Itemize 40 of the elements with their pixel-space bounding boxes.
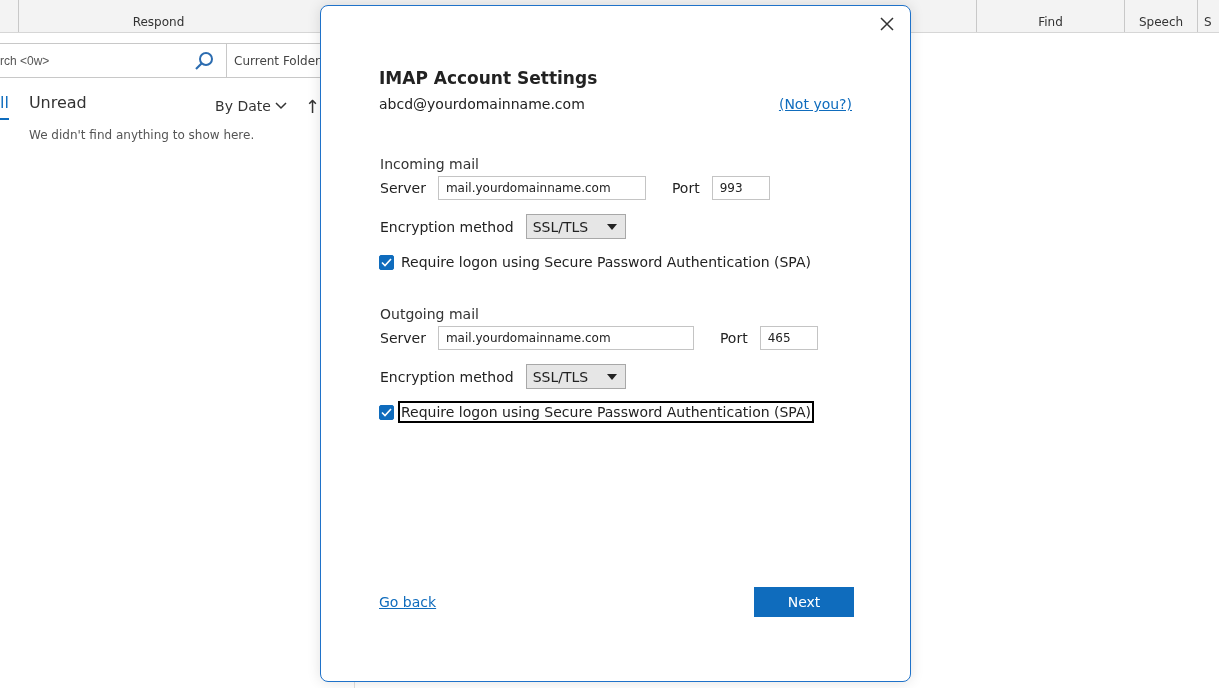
go-back-link[interactable]: Go back xyxy=(379,594,437,610)
dialog-title: IMAP Account Settings xyxy=(379,68,599,88)
server-field[interactable]: mail.yourdomainname.com xyxy=(437,326,694,350)
filter-tab[interactable]: ll xyxy=(0,92,9,120)
sort-button[interactable]: By Date xyxy=(215,98,287,114)
spa-label[interactable]: Require logon using Secure Password Authentication (SPA) xyxy=(398,251,814,273)
encryption-label: Encryption method xyxy=(380,218,514,235)
ribbon-group-label: Find xyxy=(1038,15,1063,29)
encryption-dropdown[interactable]: SSL/TLS xyxy=(525,364,626,389)
section-heading: Outgoing mail xyxy=(380,306,480,322)
spa-label[interactable]: Require logon using Secure Password Authentication (SPA) xyxy=(398,401,814,423)
dropdown-arrow-icon xyxy=(606,223,617,230)
not-you-link[interactable]: (Not you?) xyxy=(778,96,852,112)
search-scope[interactable]: Current Folder xyxy=(227,53,320,68)
port-label: Port xyxy=(719,330,748,346)
server-field[interactable]: mail.yourdomainname.com xyxy=(437,176,646,200)
ribbon-group-label: S xyxy=(1204,15,1212,29)
search-field[interactable]: rch <0w> xyxy=(0,52,194,69)
account-email: abcd@yourdomainname.com xyxy=(379,96,585,112)
empty-message: We didn't find anything to show here. xyxy=(28,128,256,142)
section-heading: Incoming mail xyxy=(380,156,480,172)
sort-direction-button[interactable]: ↑ xyxy=(304,95,320,117)
next-button[interactable]: Next xyxy=(754,587,854,617)
close-button[interactable] xyxy=(878,15,896,33)
encryption-label: Encryption method xyxy=(380,368,514,385)
search-icon xyxy=(194,50,214,71)
port-label: Port xyxy=(671,180,700,196)
server-label: Server xyxy=(380,180,426,196)
dropdown-arrow-icon xyxy=(606,373,617,380)
server-label: Server xyxy=(380,330,426,346)
port-field[interactable]: 465 xyxy=(759,326,818,350)
filter-tab[interactable]: Unread xyxy=(28,92,87,120)
ribbon-group-label: Respond xyxy=(132,15,185,29)
spa-checkbox[interactable] xyxy=(379,404,394,420)
encryption-dropdown[interactable]: SSL/TLS xyxy=(525,214,626,239)
port-field[interactable]: 993 xyxy=(711,176,770,200)
ribbon-group-label: Speech xyxy=(1138,15,1184,29)
chevron-icon xyxy=(274,102,287,110)
close-icon xyxy=(880,17,894,31)
spa-checkbox[interactable] xyxy=(379,254,394,270)
